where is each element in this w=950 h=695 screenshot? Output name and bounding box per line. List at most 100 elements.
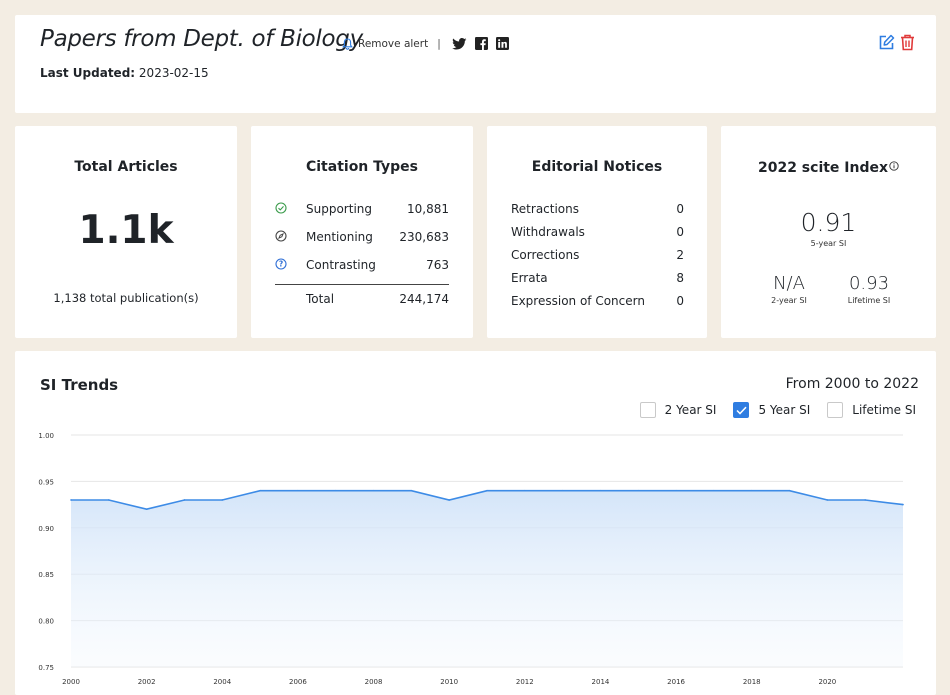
data-point [713,489,715,492]
lifetime-si-label: Lifetime SI [847,296,891,305]
data-point [70,499,72,501]
total-articles-value: 1.1k [78,208,174,253]
total-articles-card: Total Articles 1.1k 1,138 total publicat… [15,126,237,338]
data-point [259,489,261,492]
page-title: Papers from Dept. of Biology [40,26,363,52]
notice-value: 0 [676,294,684,308]
checkbox-2-year-si[interactable] [639,402,656,418]
trash-icon [901,34,914,51]
notice-row-withdrawals[interactable]: Withdrawals 0 [511,225,684,239]
y-tick-label: 0.90 [38,525,54,533]
notice-value: 0 [676,202,684,216]
notice-value: 2 [676,248,684,262]
five-year-si-value: 0.91 [800,208,857,237]
last-updated-label: Last Updated: [40,66,136,80]
data-point [524,489,526,492]
five-year-si-label: 5-year SI [810,239,847,248]
title-actions: Remove alert | [342,37,509,50]
header-card: Papers from Dept. of Biology Remove aler… [15,15,936,113]
data-point [334,489,337,492]
notice-row-retractions[interactable]: Retractions 0 [511,202,684,216]
data-point [637,489,640,492]
legend-label: 5 Year SI [758,403,811,417]
data-point [864,499,866,501]
data-point [826,499,829,501]
x-tick-label: 2020 [818,678,836,686]
last-updated-value: 2023-02-15 [138,66,209,80]
notice-row-corrections[interactable]: Corrections 2 [511,248,684,262]
data-point [486,489,488,492]
x-tick-label: 2018 [743,678,761,686]
x-tick-label: 2000 [62,678,80,686]
citation-row-contrasting[interactable]: ? Contrasting 763 [275,255,449,275]
separator: | [437,37,441,50]
x-tick-label: 2002 [138,678,156,686]
notice-row-errata[interactable]: Errata 8 [511,271,684,285]
scite-index-title: 2022 scite Index [757,160,889,176]
checkmark-icon [736,406,747,415]
notice-row-expression-of-concern[interactable]: Expression of Concern 0 [511,294,684,308]
data-point [221,499,224,501]
data-point [297,489,299,492]
x-tick-label: 2010 [440,678,458,686]
checkbox-lifetime-si[interactable] [827,402,844,418]
linkedin-icon[interactable] [495,37,509,50]
y-tick-label: 0.75 [38,664,54,672]
editorial-notices-card: Editorial Notices Retractions 0 Withdraw… [487,126,707,338]
data-point [108,499,110,501]
edit-button[interactable] [878,34,895,55]
data-point [599,489,602,492]
lifetime-si-value: 0.93 [848,273,890,294]
y-tick-label: 0.95 [38,478,54,486]
si-trends-range: From 2000 to 2022 [785,376,919,392]
last-updated: Last Updated: 2023-02-15 [40,66,209,80]
notice-label: Withdrawals [511,225,585,239]
citation-row-total: Total 244,174 [275,289,449,309]
citation-row-mentioning[interactable]: Mentioning 230,683 [275,227,449,247]
notice-value: 8 [676,271,684,285]
info-icon[interactable] [889,159,899,175]
legend-label: 2 Year SI [664,403,717,417]
delete-button[interactable] [900,34,915,55]
x-tick-label: 2014 [592,678,610,686]
bell-icon[interactable] [342,37,353,50]
scite-index-title-row: 2022 scite Index [721,159,936,176]
citation-total-value: 244,174 [399,292,449,306]
legend-lifetime-si[interactable]: Lifetime SI [827,402,916,418]
data-point [183,499,186,501]
data-point [788,489,791,492]
y-tick-label: 0.85 [38,571,54,579]
remove-alert-link[interactable]: Remove alert [358,38,428,50]
citation-types-title: Citation Types [305,159,419,175]
citation-total-label: Total [306,292,335,306]
citation-value: 10,881 [407,202,449,216]
series-area [71,490,903,667]
x-tick-label: 2004 [213,678,231,686]
data-point [372,489,375,492]
legend-2-year-si[interactable]: 2 Year SI [639,402,717,418]
si-trends-legend: 2 Year SI 5 Year SI Lifetime SI [623,402,916,418]
citation-types-card: Citation Types Supporting 10,881 Mention… [251,126,473,338]
checkbox-5-year-si[interactable] [733,402,750,418]
check-circle-icon [275,201,306,217]
total-publications: 1,138 total publication(s) [53,291,199,305]
citation-row-supporting[interactable]: Supporting 10,881 [275,199,449,219]
total-articles-title: Total Articles [74,159,178,175]
data-point [145,508,148,511]
x-tick-label: 2012 [516,678,534,686]
data-point [902,503,904,506]
x-tick-label: 2008 [365,678,383,686]
twitter-icon[interactable] [451,37,467,50]
two-year-si-value: N/A [773,273,805,294]
y-tick-label: 1.00 [38,432,54,440]
citation-label: Supporting [306,202,372,216]
notice-value: 0 [676,225,684,239]
legend-5-year-si[interactable]: 5 Year SI [733,402,810,418]
notice-label: Retractions [511,202,580,216]
citation-label: Contrasting [306,258,376,272]
facebook-icon[interactable] [474,37,488,50]
scite-index-card: 2022 scite Index 0.91 5-year SI N/A 2-ye… [721,126,936,338]
citation-label: Mentioning [306,230,373,244]
two-year-si-label: 2-year SI [771,296,807,305]
citation-value: 230,683 [399,230,449,244]
